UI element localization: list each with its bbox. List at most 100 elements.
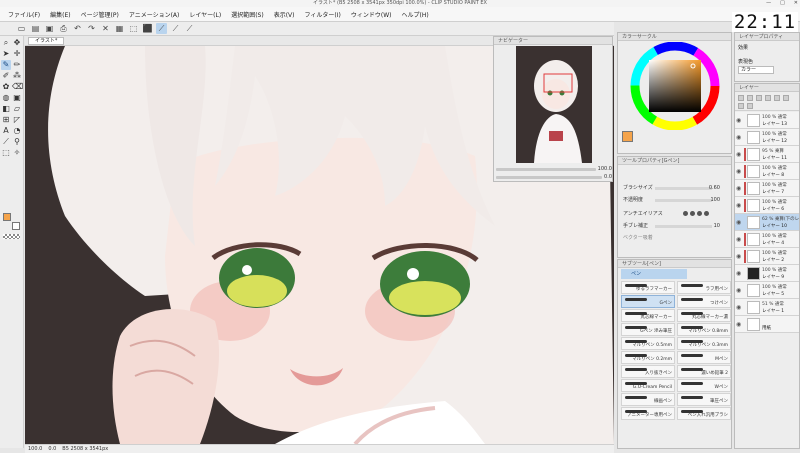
layer-row[interactable]: ◉ 95 % 乗算 レイヤー 11 (735, 146, 799, 163)
brush-item[interactable]: Mペン (677, 351, 731, 364)
vector-row[interactable]: ベクター吸着 (621, 233, 730, 243)
document-tab[interactable]: イラスト* (28, 37, 65, 45)
pen-tool-icon[interactable]: ✎ (1, 60, 11, 70)
layer-row[interactable]: ◉ 62 % 乗算(下のレ レイヤー 10 (735, 214, 799, 231)
brush-item[interactable]: マルりペン 0.8mm (677, 323, 731, 336)
sub-tool-tab-pen[interactable]: ペン (621, 269, 687, 279)
menu-view[interactable]: 表示(V) (269, 10, 300, 19)
brush-size-row[interactable]: ブラシサイズ 0.60 (621, 183, 730, 193)
brush-item[interactable]: Gペン (621, 295, 675, 308)
layer-row[interactable]: ◉ 100 % 通常 レイヤー 9 (735, 265, 799, 282)
menu-selection[interactable]: 選択範囲(S) (226, 10, 269, 19)
brush-item[interactable]: 線画ペン (621, 393, 675, 406)
pen-mode-icon[interactable]: ⟋ (156, 23, 167, 34)
brush-item[interactable]: つけペン (677, 295, 731, 308)
layer-row[interactable]: ◉ 100 % 通常 レイヤー 6 (735, 197, 799, 214)
brush-item[interactable]: ラフ用ペン (677, 281, 731, 294)
menu-animation[interactable]: アニメーション(A) (124, 10, 185, 19)
antialias-options[interactable] (683, 211, 709, 216)
clear-icon[interactable]: ✕ (100, 23, 111, 34)
print-icon[interactable]: ⎙ (58, 23, 69, 34)
expression-select[interactable]: カラー (738, 66, 774, 74)
eyedropper-tool-icon[interactable]: ⚲ (12, 137, 22, 147)
eye-icon[interactable]: ◉ (736, 117, 741, 124)
brush-item[interactable]: マルりペン 0.2mm (621, 351, 675, 364)
nav-zoom-value[interactable]: 100.0 (598, 166, 612, 172)
menu-help[interactable]: ヘルプ(H) (396, 10, 433, 19)
eye-icon[interactable]: ◉ (736, 253, 741, 260)
eye-icon[interactable]: ◉ (736, 287, 741, 294)
open-icon[interactable]: ▤ (30, 23, 41, 34)
deselect-icon[interactable]: ⬛ (142, 23, 153, 34)
undo-icon[interactable]: ↶ (72, 23, 83, 34)
menu-file[interactable]: ファイル(F) (3, 10, 45, 19)
eye-icon[interactable]: ◉ (736, 219, 741, 226)
stabilization-slider[interactable] (655, 225, 712, 228)
layer-row[interactable]: ◉ 51 % 通常 レイヤー 1 (735, 299, 799, 316)
brush-item[interactable]: ペン入れ汎用ブラシ (677, 407, 731, 420)
text-tool-icon[interactable]: A (1, 126, 11, 136)
selection-tool-icon[interactable]: ⬚ (1, 148, 11, 158)
nav-angle-value[interactable]: 0.0 (604, 174, 612, 180)
brush-item[interactable]: 濃いめ鉛筆 2 (677, 365, 731, 378)
brush-tool-icon[interactable]: ✐ (1, 71, 11, 81)
ruler-tool-icon[interactable]: ◸ (12, 115, 22, 125)
clip-icon[interactable] (774, 95, 780, 101)
eye-icon[interactable]: ◉ (736, 134, 741, 141)
menu-layer[interactable]: レイヤー(L) (184, 10, 226, 19)
brush-item[interactable]: 入り抜きペン (621, 365, 675, 378)
menu-filter[interactable]: フィルター(I) (300, 10, 346, 19)
brush-size-slider[interactable] (655, 187, 712, 190)
nav-rotate-slider[interactable] (496, 175, 603, 179)
hue-wheel[interactable] (619, 42, 732, 130)
brush-item[interactable]: 丸芯線マーカー濃 (677, 309, 731, 322)
layer-row[interactable]: ◉ 用紙 (735, 316, 799, 333)
brush-item[interactable]: マルりペン 0.3mm (677, 337, 731, 350)
eye-icon[interactable]: ◉ (736, 168, 741, 175)
eye-icon[interactable]: ◉ (736, 202, 741, 209)
antialias-row[interactable]: アンチエイリアス (621, 209, 730, 219)
eye-icon[interactable]: ◉ (736, 270, 741, 277)
gradient-tool-icon[interactable]: ◧ (1, 104, 11, 114)
layer-row[interactable]: ◉ 100 % 通常 レイヤー 7 (735, 180, 799, 197)
snap-icon[interactable]: ⟋ (170, 23, 181, 34)
transparent-color-swatch[interactable] (3, 234, 20, 239)
menu-edit[interactable]: 編集(E) (45, 10, 75, 19)
minimize-button[interactable]: — (766, 0, 771, 7)
angle-readout[interactable]: 0.0 (48, 445, 56, 453)
redo-icon[interactable]: ↷ (86, 23, 97, 34)
eye-icon[interactable]: ◉ (736, 185, 741, 192)
layer-row[interactable]: ◉ 100 % 通常 レイヤー 2 (735, 248, 799, 265)
brush-item[interactable]: アニメーター専用ペン (621, 407, 675, 420)
ruler-icon[interactable]: ⟋ (184, 23, 195, 34)
navigator-preview[interactable] (516, 46, 592, 163)
brush-item[interactable]: Wペン (677, 379, 731, 392)
stabilization-value[interactable]: 10 (714, 221, 720, 231)
main-color-swatch[interactable] (3, 213, 11, 221)
brush-item[interactable]: 丸芯線マーカー (621, 309, 675, 322)
current-color-swatch[interactable] (622, 131, 633, 142)
airbrush-tool-icon[interactable]: ⁂ (12, 71, 22, 81)
auto-select-tool-icon[interactable]: ✧ (12, 148, 22, 158)
fill-tool-icon[interactable]: ▣ (12, 93, 22, 103)
reference-icon[interactable] (747, 103, 753, 109)
eye-icon[interactable]: ◉ (736, 236, 741, 243)
layer-row[interactable]: ◉ 100 % 通常 レイヤー 5 (735, 282, 799, 299)
layer-row[interactable]: ◉ 100 % 通常 レイヤー 13 (735, 112, 799, 129)
new-vector-layer-icon[interactable] (747, 95, 753, 101)
operation-tool-icon[interactable]: ➤ (1, 49, 11, 59)
new-folder-icon[interactable] (756, 95, 762, 101)
brush-item[interactable]: Gペン 滲み筆圧 (621, 323, 675, 336)
opacity-slider[interactable] (655, 199, 712, 202)
new-layer-icon[interactable] (738, 95, 744, 101)
brush-size-value[interactable]: 0.60 (709, 183, 720, 193)
mask-icon[interactable] (765, 95, 771, 101)
eye-icon[interactable]: ◉ (736, 304, 741, 311)
brush-item[interactable]: G.U-Cream Pencil (621, 379, 675, 392)
select-all-icon[interactable]: ⬚ (128, 23, 139, 34)
eraser-tool-icon[interactable]: ⌫ (12, 82, 23, 92)
new-icon[interactable]: ▭ (16, 23, 27, 34)
close-button[interactable]: ✕ (794, 0, 798, 7)
nav-zoom-slider[interactable] (496, 167, 596, 171)
frame-tool-icon[interactable]: ⊞ (1, 115, 11, 125)
